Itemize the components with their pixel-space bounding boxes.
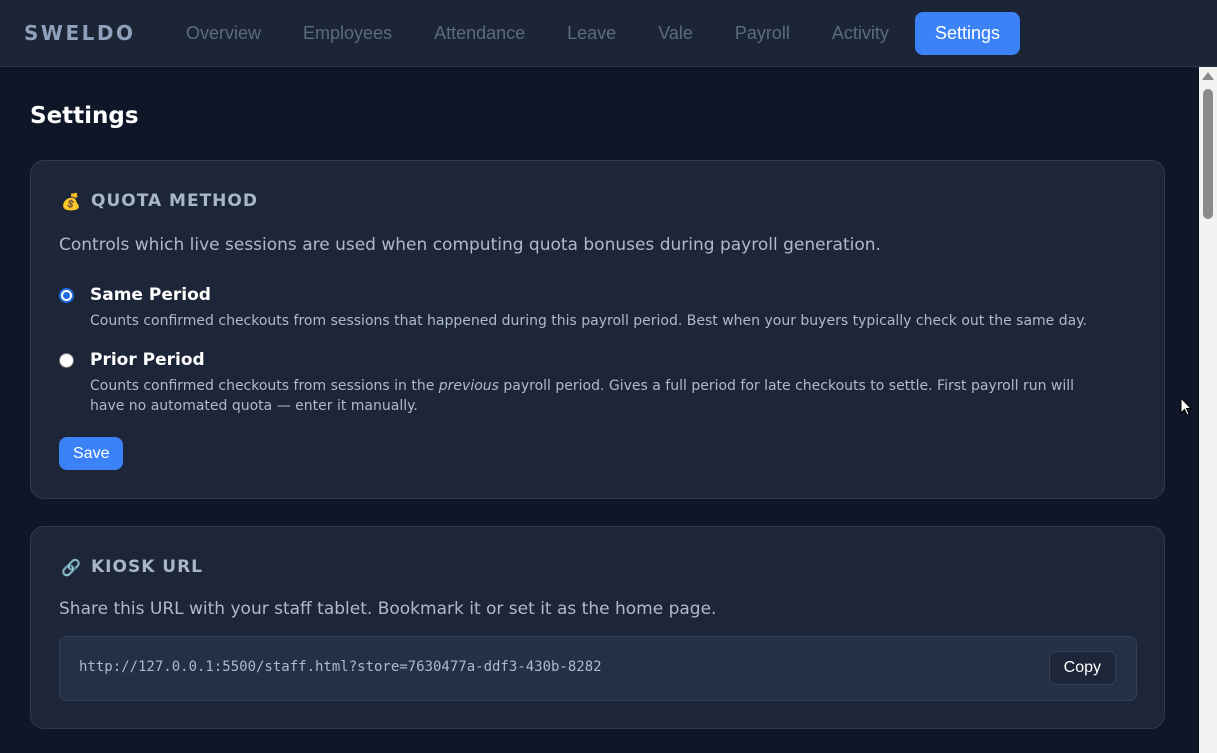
nav-tabs: Overview Employees Attendance Leave Vale… xyxy=(166,11,1022,55)
same-period-radio[interactable] xyxy=(59,288,74,303)
tab-payroll[interactable]: Payroll xyxy=(715,12,810,55)
scroll-up-arrow-icon[interactable] xyxy=(1202,72,1214,80)
prior-period-label[interactable]: Prior Period xyxy=(90,350,1090,370)
kiosk-url-header: 🔗 KIOSK URL xyxy=(59,557,203,577)
quota-method-description: Controls which live sessions are used wh… xyxy=(59,235,881,255)
brand-logo[interactable]: SWELDO xyxy=(24,21,154,45)
scroll-thumb[interactable] xyxy=(1203,89,1213,219)
tab-overview[interactable]: Overview xyxy=(166,12,281,55)
tab-leave[interactable]: Leave xyxy=(547,12,636,55)
save-button[interactable]: Save xyxy=(59,437,124,470)
kiosk-url-title: KIOSK URL xyxy=(91,557,204,577)
page-title: Settings xyxy=(30,103,139,129)
vertical-scrollbar[interactable] xyxy=(1199,67,1217,753)
tab-attendance[interactable]: Attendance xyxy=(414,12,545,55)
prior-period-radio[interactable] xyxy=(59,353,74,368)
copy-button[interactable]: Copy xyxy=(1048,651,1116,685)
same-period-label[interactable]: Same Period xyxy=(90,285,1090,305)
top-nav-bar: SWELDO Overview Employees Attendance Lea… xyxy=(0,0,1217,67)
quota-method-card: 💰 QUOTA METHOD Controls which live sessi… xyxy=(30,160,1165,499)
tab-employees[interactable]: Employees xyxy=(283,12,412,55)
tab-vale[interactable]: Vale xyxy=(638,12,713,55)
same-period-option[interactable]: Same Period Counts confirmed checkouts f… xyxy=(59,285,1090,331)
same-period-help: Counts confirmed checkouts from sessions… xyxy=(90,313,1087,329)
quota-method-title: QUOTA METHOD xyxy=(91,191,258,211)
kiosk-url-card: 🔗 KIOSK URL Share this URL with your sta… xyxy=(30,526,1165,729)
prior-period-option[interactable]: Prior Period Counts confirmed checkouts … xyxy=(59,350,1090,416)
kiosk-url-description: Share this URL with your staff tablet. B… xyxy=(59,599,717,619)
kiosk-url-field[interactable]: http://127.0.0.1:5500/staff.html?store=7… xyxy=(59,636,1137,701)
mouse-cursor-icon xyxy=(1180,396,1193,421)
link-icon: 🔗 xyxy=(61,557,81,577)
money-bag-icon: 💰 xyxy=(61,191,81,211)
tab-activity[interactable]: Activity xyxy=(812,12,909,55)
kiosk-url-value[interactable]: http://127.0.0.1:5500/staff.html?store=7… xyxy=(79,659,602,675)
quota-method-header: 💰 QUOTA METHOD xyxy=(59,191,258,211)
tab-settings[interactable]: Settings xyxy=(914,11,1020,55)
prior-period-help: Counts confirmed checkouts from sessions… xyxy=(90,378,1075,414)
